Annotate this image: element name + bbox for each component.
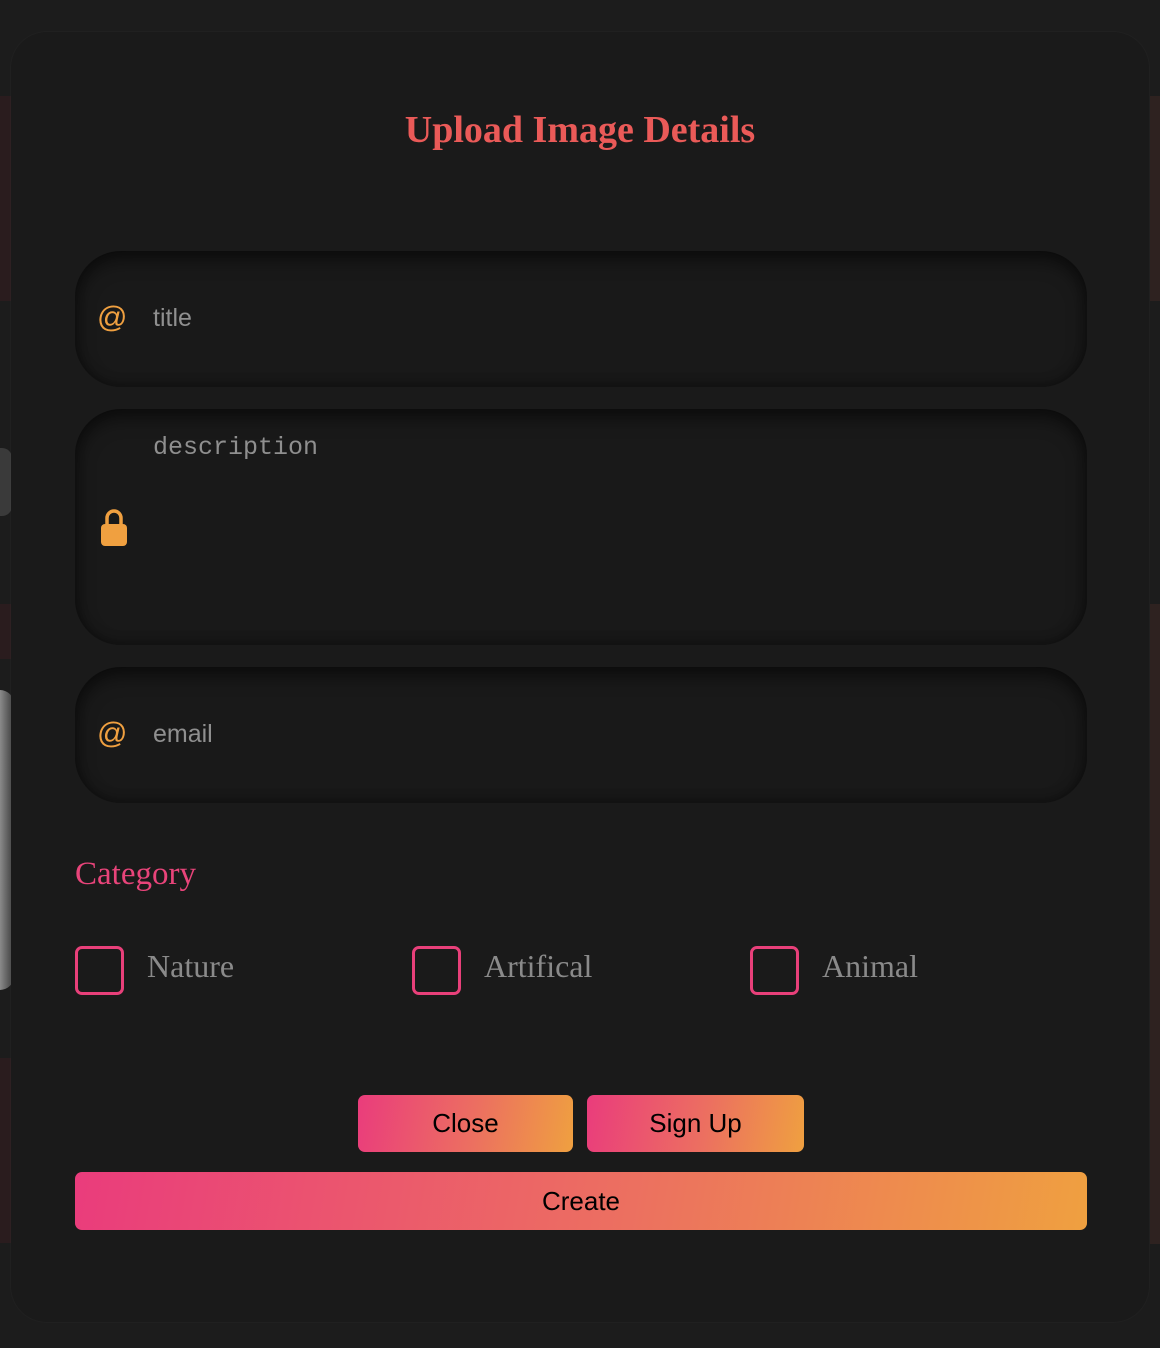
lock-icon: [101, 509, 127, 546]
description-textarea[interactable]: description: [153, 433, 318, 462]
at-icon: @: [97, 301, 128, 334]
signup-button[interactable]: Sign Up: [587, 1095, 804, 1152]
title-field[interactable]: @ title: [75, 251, 1087, 387]
category-label: Category: [75, 856, 196, 892]
background-card-right: [1150, 604, 1160, 1244]
animal-label: Animal: [822, 948, 918, 984]
email-input[interactable]: email: [153, 720, 213, 749]
close-button[interactable]: Close: [358, 1095, 573, 1152]
at-icon: @: [97, 717, 128, 750]
title-input[interactable]: title: [153, 304, 192, 333]
artifical-label: Artifical: [484, 948, 593, 984]
nature-label: Nature: [147, 948, 235, 984]
description-field[interactable]: description: [75, 409, 1087, 645]
modal-title: Upload Image Details: [404, 109, 756, 151]
animal-checkbox[interactable]: [750, 946, 799, 995]
email-field[interactable]: @ email: [75, 667, 1087, 803]
artifical-checkbox[interactable]: [412, 946, 461, 995]
create-button[interactable]: Create: [75, 1172, 1087, 1230]
nature-checkbox[interactable]: [75, 946, 124, 995]
